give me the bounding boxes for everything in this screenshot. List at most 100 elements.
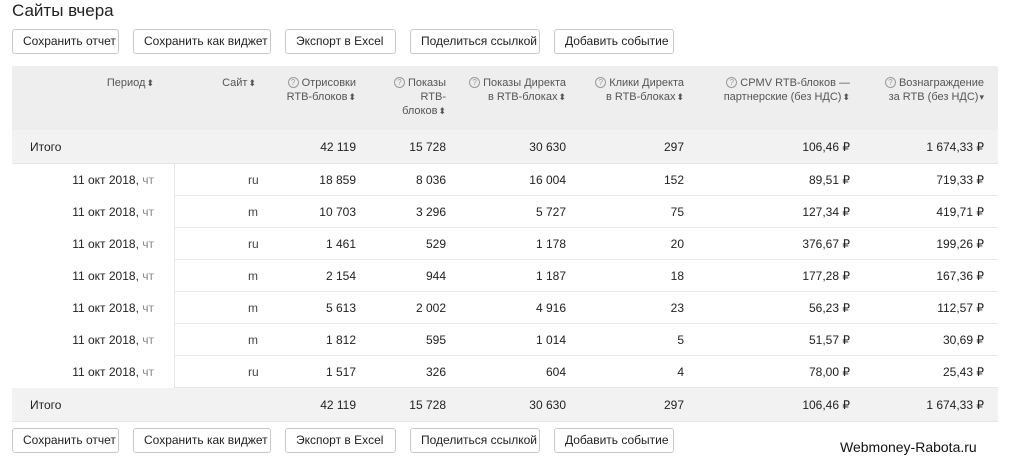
total-value: 30 630 xyxy=(529,139,566,154)
value-cell: 18 xyxy=(670,268,684,283)
date-cell: 11 окт 2018, чт xyxy=(72,364,154,379)
export-excel-button[interactable]: Экспорт в Excel xyxy=(285,29,396,54)
value-cell: 4 xyxy=(677,364,684,379)
value-cell: 376,67 ₽ xyxy=(802,236,850,251)
save-report-button[interactable]: Сохранить отчет xyxy=(12,428,119,453)
help-icon[interactable]: ? xyxy=(287,77,299,88)
save-as-widget-button[interactable]: Сохранить как виджет xyxy=(133,29,271,54)
add-event-button[interactable]: Добавить событие xyxy=(554,428,674,453)
value-cell: 529 xyxy=(425,236,446,251)
share-link-button[interactable]: Поделиться ссылкой xyxy=(410,29,540,54)
total-value: 1 674,33 ₽ xyxy=(926,397,984,412)
value-cell: 3 296 xyxy=(415,204,446,219)
column-header-direct-clicks[interactable]: ? Клики Директа в RTB-блоках⬍ xyxy=(566,76,684,104)
total-value: 15 728 xyxy=(409,397,446,412)
value-cell: 78,00 ₽ xyxy=(809,364,850,379)
table-row: 11 окт 2018, чт ru 1 517 326 604 4 78,00… xyxy=(12,356,998,388)
sort-icon: ⬍ xyxy=(842,92,850,102)
value-cell: 20 xyxy=(670,236,684,251)
help-icon[interactable]: ? xyxy=(726,77,738,88)
value-cell: 5 727 xyxy=(535,204,566,219)
sort-desc-icon: ▾ xyxy=(979,92,984,102)
date-cell: 11 окт 2018, чт xyxy=(72,172,154,187)
total-value: 106,46 ₽ xyxy=(802,139,850,154)
help-icon[interactable]: ? xyxy=(595,77,607,88)
column-divider xyxy=(174,324,175,355)
total-value: 297 xyxy=(663,397,684,412)
value-cell: 2 002 xyxy=(415,300,446,315)
value-cell: 167,36 ₽ xyxy=(936,268,984,283)
value-cell: 51,57 ₽ xyxy=(809,332,850,347)
column-divider xyxy=(174,164,175,195)
help-icon[interactable]: ? xyxy=(469,77,481,88)
column-header-site[interactable]: Сайт⬍ xyxy=(162,76,256,90)
page-title: Сайты вчера xyxy=(12,1,114,20)
value-cell: 112,57 ₽ xyxy=(937,300,984,315)
table-row: 11 окт 2018, чт m 1 812 595 1 014 5 51,5… xyxy=(12,324,998,356)
table-row: 11 окт 2018, чт ru 18 859 8 036 16 004 1… xyxy=(12,164,998,196)
sort-icon: ⬍ xyxy=(146,78,154,88)
save-as-widget-button[interactable]: Сохранить как виджет xyxy=(133,428,271,453)
value-cell: 5 613 xyxy=(325,300,356,315)
help-icon[interactable]: ? xyxy=(393,77,405,88)
value-cell: 152 xyxy=(663,172,684,187)
column-divider xyxy=(174,228,175,259)
export-excel-button[interactable]: Экспорт в Excel xyxy=(285,428,396,453)
value-cell: 25,43 ₽ xyxy=(943,364,984,379)
table-row: 11 окт 2018, чт m 2 154 944 1 187 18 177… xyxy=(12,260,998,292)
total-value: 15 728 xyxy=(409,139,446,154)
watermark: Webmoney-Rabota.ru xyxy=(840,439,977,455)
column-header-cpmv[interactable]: ? CPMV RTB-блоков — партнерские (без НДС)… xyxy=(684,76,850,104)
value-cell: 1 178 xyxy=(535,236,566,251)
value-cell: 23 xyxy=(670,300,684,315)
date-cell: 11 окт 2018, чт xyxy=(72,300,154,315)
value-cell: 16 004 xyxy=(529,172,566,187)
sort-icon: ⬍ xyxy=(558,92,566,102)
total-row-top: Итого 42 119 15 728 30 630 297 106,46 ₽ … xyxy=(12,130,998,164)
value-cell: 75 xyxy=(670,204,684,219)
table-row: 11 окт 2018, чт ru 1 461 529 1 178 20 37… xyxy=(12,228,998,260)
date-cell: 11 окт 2018, чт xyxy=(72,236,154,251)
total-value: 1 674,33 ₽ xyxy=(926,139,984,154)
date-cell: 11 окт 2018, чт xyxy=(72,332,154,347)
value-cell: 30,69 ₽ xyxy=(943,332,984,347)
value-cell: 10 703 xyxy=(319,204,356,219)
stats-table: Период⬍ Сайт⬍ ? Отрисовки RTB-блоков⬍ ? По… xyxy=(12,66,998,422)
sort-icon: ⬍ xyxy=(248,78,256,88)
value-cell: 2 154 xyxy=(325,268,356,283)
column-header-rtb-renders[interactable]: ? Отрисовки RTB-блоков⬍ xyxy=(256,76,356,104)
value-cell: 604 xyxy=(545,364,566,379)
column-divider xyxy=(174,356,175,387)
value-cell: 18 859 xyxy=(319,172,356,187)
value-cell: 4 916 xyxy=(535,300,566,315)
value-cell: 89,51 ₽ xyxy=(809,172,850,187)
value-cell: 1 812 xyxy=(325,332,356,347)
value-cell: 1 187 xyxy=(535,268,566,283)
total-label: Итого xyxy=(30,397,62,412)
sort-icon: ⬍ xyxy=(438,106,446,116)
sort-icon: ⬍ xyxy=(348,92,356,102)
share-link-button[interactable]: Поделиться ссылкой xyxy=(410,428,540,453)
column-header-direct-shows[interactable]: ? Показы Директа в RTB-блоках⬍ xyxy=(446,76,566,104)
table-row: 11 окт 2018, чт m 5 613 2 002 4 916 23 5… xyxy=(12,292,998,324)
value-cell: 719,33 ₽ xyxy=(936,172,984,187)
table-row: 11 окт 2018, чт m 10 703 3 296 5 727 75 … xyxy=(12,196,998,228)
save-report-button[interactable]: Сохранить отчет xyxy=(12,29,119,54)
value-cell: 56,23 ₽ xyxy=(809,300,850,315)
value-cell: 944 xyxy=(425,268,446,283)
toolbar-top: Сохранить отчет Сохранить как виджет Экс… xyxy=(12,29,688,54)
add-event-button[interactable]: Добавить событие xyxy=(554,29,674,54)
value-cell: 1 014 xyxy=(535,332,566,347)
value-cell: 419,71 ₽ xyxy=(936,204,984,219)
column-header-period[interactable]: Период⬍ xyxy=(12,76,154,90)
help-icon[interactable]: ? xyxy=(884,77,896,88)
column-divider xyxy=(174,292,175,323)
column-header-rtb-shows[interactable]: ? Показы RTB- блоков⬍ xyxy=(356,76,446,118)
sort-icon: ⬍ xyxy=(676,92,684,102)
total-value: 42 119 xyxy=(320,139,356,154)
table-header: Период⬍ Сайт⬍ ? Отрисовки RTB-блоков⬍ ? По… xyxy=(12,66,998,130)
value-cell: 595 xyxy=(425,332,446,347)
total-value: 30 630 xyxy=(529,397,566,412)
column-header-reward[interactable]: ? Вознаграждение за RTB (без НДС)▾ xyxy=(850,76,984,104)
value-cell: 5 xyxy=(677,332,684,347)
